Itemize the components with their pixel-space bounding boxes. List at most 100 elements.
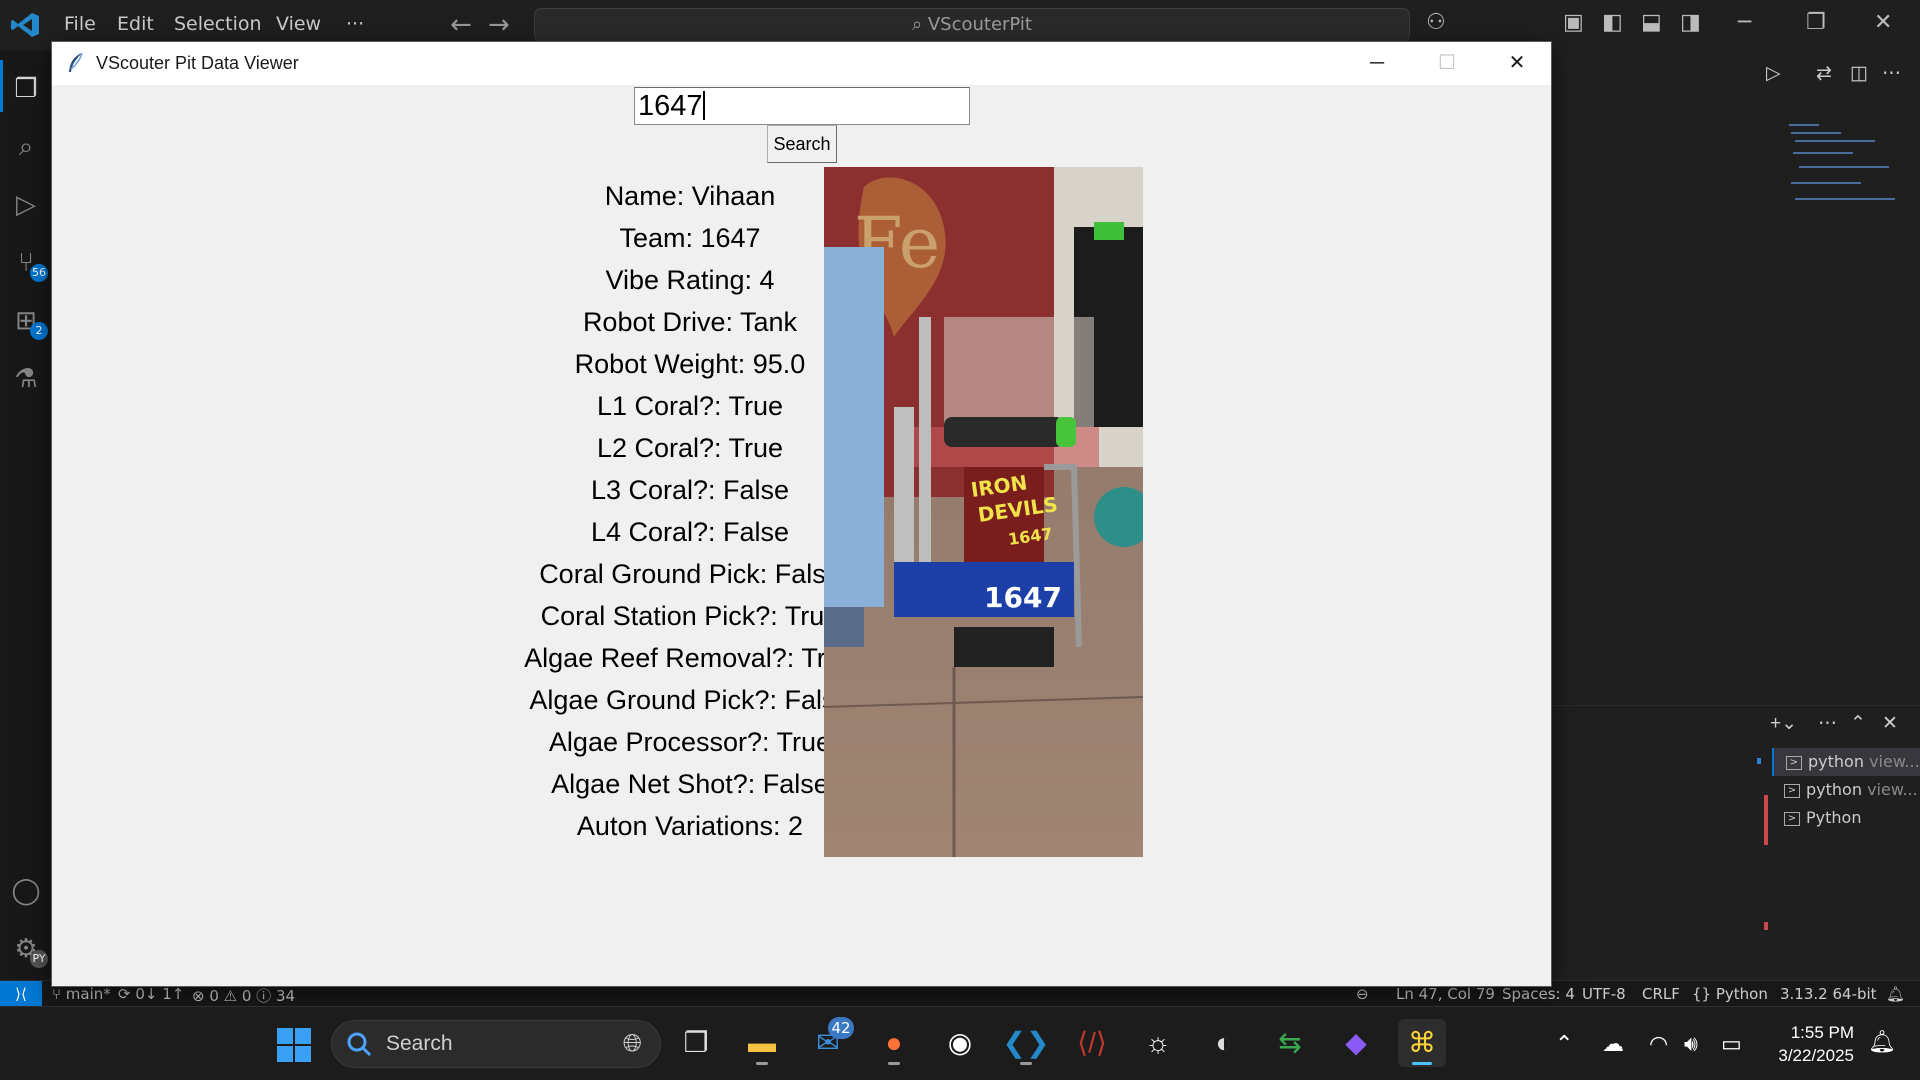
signal-app-icon[interactable]: ◉ xyxy=(936,1019,984,1067)
gutter-mark xyxy=(1764,922,1768,930)
sync-app-icon[interactable]: ⇆ xyxy=(1266,1019,1314,1067)
terminal-icon: > xyxy=(1786,755,1802,770)
dev-tool-icon[interactable]: ⟨/⟩ xyxy=(1068,1019,1116,1067)
gutter-mark xyxy=(1757,758,1761,764)
menu-edit[interactable]: Edit xyxy=(117,13,154,35)
terminal-item[interactable]: > python view... xyxy=(1772,776,1920,804)
toggle-secondary-sidebar-icon[interactable]: ◨ xyxy=(1680,10,1701,35)
toggle-panel-icon[interactable]: ⬓ xyxy=(1641,10,1662,35)
windows-start-icon[interactable] xyxy=(277,1028,311,1062)
python-interpreter[interactable]: 3.13.2 64-bit xyxy=(1780,985,1877,1003)
terminal-more-icon[interactable]: ⋯ xyxy=(1818,712,1837,735)
team-search-value: 1647 xyxy=(638,90,703,122)
firefox-icon[interactable]: ● xyxy=(870,1019,918,1067)
driver-station-icon[interactable]: ◐ xyxy=(1200,1019,1248,1067)
python-taskbar-icon[interactable]: ⌘ xyxy=(1398,1019,1446,1067)
command-center-label: VScouterPit xyxy=(927,14,1032,35)
run-icon[interactable]: ▷ xyxy=(1766,62,1781,85)
obsidian-icon[interactable]: ◆ xyxy=(1332,1019,1380,1067)
window-minimize-icon[interactable]: ─ xyxy=(1354,48,1400,78)
open-changes-icon[interactable]: ⇄ xyxy=(1816,62,1832,85)
branch-status[interactable]: ⑂ main* xyxy=(52,985,111,1003)
remote-icon[interactable]: ⟩⟨ xyxy=(0,981,42,1007)
zoom-icon[interactable]: ⊖ xyxy=(1356,985,1369,1003)
testing-icon[interactable]: ⚗ xyxy=(10,362,42,394)
problems-status[interactable]: ⊗ 0 ⚠ 0 ⓘ 34 xyxy=(192,985,295,1006)
window-close-icon[interactable]: ✕ xyxy=(1494,48,1540,78)
run-debug-icon[interactable]: ▷ xyxy=(10,188,42,220)
customize-layout-icon[interactable]: ▣ xyxy=(1563,10,1584,35)
language-mode[interactable]: {} Python xyxy=(1692,985,1768,1003)
source-control-icon[interactable]: ⑂ 56 xyxy=(10,246,48,282)
photo-person-jeans xyxy=(824,607,864,647)
terminal-item[interactable]: > Python xyxy=(1772,804,1920,832)
menu-file[interactable]: File xyxy=(64,13,96,35)
team-search-input[interactable]: 1647 xyxy=(634,87,970,125)
encoding[interactable]: UTF-8 xyxy=(1582,985,1626,1003)
wifi-icon[interactable]: ◠ xyxy=(1649,1031,1668,1057)
vscode-taskbar-icon[interactable]: ❮❯ xyxy=(1002,1019,1050,1067)
toggle-sidebar-icon[interactable]: ◧ xyxy=(1602,10,1623,35)
indentation[interactable]: Spaces: 4 xyxy=(1502,985,1575,1003)
copilot-icon[interactable]: ⚇ xyxy=(1426,10,1446,35)
search-icon: ⌕ xyxy=(912,14,928,35)
notifications-bell-icon[interactable]: 🔔︎ xyxy=(1886,985,1905,1003)
minimize-icon[interactable]: ─ xyxy=(1738,10,1751,35)
terminal-label: Python xyxy=(1806,808,1862,827)
brightness-app-icon[interactable]: ☼ xyxy=(1134,1019,1182,1067)
accounts-icon[interactable]: ◯ xyxy=(10,874,42,906)
command-center[interactable]: ⌕ VScouterPit xyxy=(534,8,1410,42)
search-icon xyxy=(347,1032,372,1057)
search-button[interactable]: Search xyxy=(767,125,837,163)
terminal-sub: view... xyxy=(1869,752,1920,771)
battery-icon[interactable]: ▭ xyxy=(1721,1031,1742,1057)
photo-person-shirt xyxy=(824,247,884,607)
task-view-icon[interactable]: ❐ xyxy=(672,1019,720,1067)
settings-gear-icon[interactable]: ⚙ PY xyxy=(10,932,48,968)
minimap[interactable] xyxy=(1785,122,1905,212)
tray-overflow-chevron-icon[interactable]: ⌃ xyxy=(1555,1031,1573,1057)
new-terminal-icon[interactable]: +⌄ xyxy=(1770,712,1797,735)
file-explorer-icon[interactable]: ▬ xyxy=(738,1019,786,1067)
onedrive-cloud-icon[interactable]: ☁ xyxy=(1602,1031,1624,1057)
photo-green-hat xyxy=(1094,222,1124,240)
close-icon[interactable]: ✕ xyxy=(1874,10,1892,35)
terminal-item[interactable]: > python view... xyxy=(1772,748,1920,776)
back-arrow-icon[interactable]: ← xyxy=(450,10,472,40)
forward-arrow-icon[interactable]: → xyxy=(488,10,510,40)
sync-status[interactable]: ⟳ 0↓ 1↑ xyxy=(118,985,184,1003)
notification-center-icon[interactable]: 🔔︎ xyxy=(1868,1029,1896,1055)
cursor-position[interactable]: Ln 47, Col 79 xyxy=(1396,985,1495,1003)
mail-badge: 42 xyxy=(828,1017,854,1039)
maximize-panel-icon[interactable]: ⌃ xyxy=(1850,712,1866,735)
line-ending[interactable]: CRLF xyxy=(1642,985,1680,1003)
more-actions-icon[interactable]: ⋯ xyxy=(1882,62,1901,85)
terminal-label: python xyxy=(1806,780,1862,799)
search-highlight-globe-icon: 🌐︎ xyxy=(622,1030,642,1057)
extensions-icon[interactable]: ⊞ 2 xyxy=(10,304,48,340)
volume-icon[interactable]: 🔊︎ xyxy=(1684,1031,1698,1057)
taskbar-clock[interactable]: 1:55 PM 3/22/2025 xyxy=(1764,1021,1854,1067)
menu-selection[interactable]: Selection xyxy=(174,13,262,35)
search-icon[interactable]: ⌕ xyxy=(10,130,42,162)
sync-icon: ⟳ xyxy=(118,985,136,1003)
tk-feather-icon xyxy=(69,52,83,72)
split-editor-icon[interactable]: ◫ xyxy=(1850,62,1868,85)
menu-more[interactable]: ··· xyxy=(346,13,364,35)
clock-time: 1:55 PM xyxy=(1790,1023,1854,1042)
sync-label: 0↓ 1↑ xyxy=(135,985,185,1003)
restore-icon[interactable]: ❐ xyxy=(1806,10,1826,35)
branch-label: main* xyxy=(65,985,111,1003)
close-panel-icon[interactable]: ✕ xyxy=(1882,712,1898,735)
photo-cart-base xyxy=(954,627,1054,667)
terminal-icon: > xyxy=(1784,811,1800,826)
windows-taskbar: Search 🌐︎ ❐ ▬ ✉ 42 ● ◉ ❮❯ ⟨/⟩ ☼ ◐ ⇆ ◆ ⌘ ⌃… xyxy=(0,1006,1920,1080)
menu-view[interactable]: View xyxy=(276,13,321,35)
vscode-logo-icon xyxy=(11,13,39,37)
window-maximize-icon: ☐ xyxy=(1438,52,1456,74)
window-title: VScouter Pit Data Viewer xyxy=(96,53,299,73)
explorer-icon[interactable]: ❐ xyxy=(10,72,42,104)
mail-app-icon[interactable]: ✉ 42 xyxy=(804,1017,854,1067)
active-indicator xyxy=(0,60,3,112)
taskbar-search-box[interactable]: Search 🌐︎ xyxy=(331,1020,661,1068)
